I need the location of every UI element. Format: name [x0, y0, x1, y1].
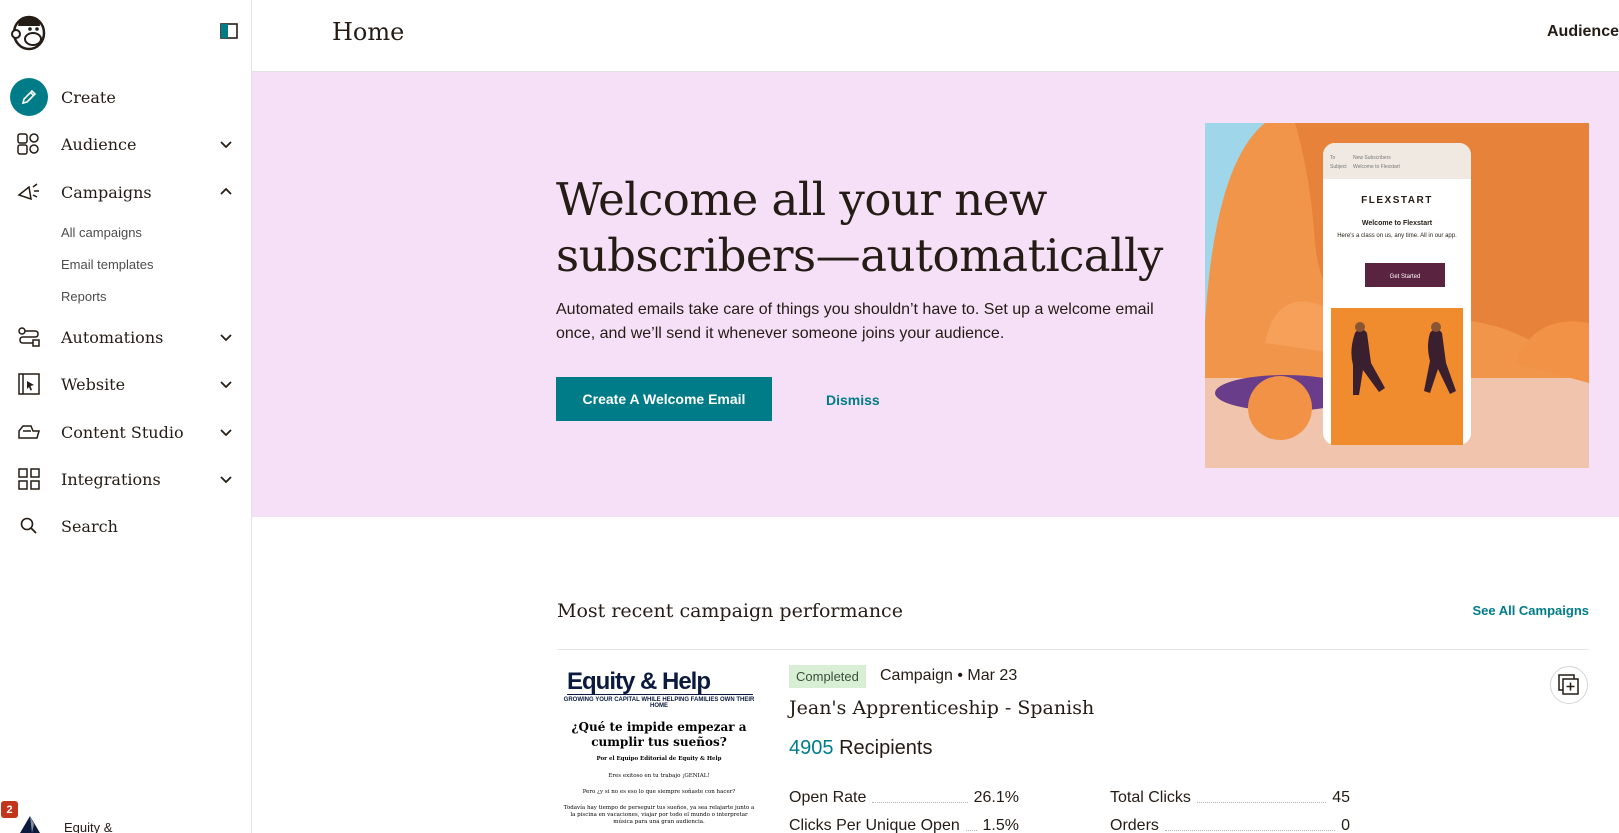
website-icon	[16, 371, 42, 397]
nav-label: Integrations	[61, 469, 161, 489]
stat-value: 45	[1332, 789, 1350, 806]
thumbnail-line1: Eres exitoso en tu trabajo ¡GENIAL!	[608, 773, 710, 779]
stat-leader	[1196, 802, 1327, 803]
recipients-summary: 4905 Recipients	[789, 737, 932, 760]
hero-illustration: To New Subscribers Subject Welcome to Fl…	[1205, 123, 1589, 468]
chevron-down-icon	[220, 429, 232, 437]
nav-create[interactable]: Create	[0, 78, 252, 116]
thumbnail-byline: Por el Equipo Editorial de Equity & Help	[596, 756, 722, 762]
stat-open-rate: Open Rate 26.1%	[789, 785, 1019, 807]
subnav-all-campaigns[interactable]: All campaigns	[61, 225, 142, 240]
stat-label: Orders	[1110, 817, 1159, 833]
chevron-up-icon	[220, 187, 232, 195]
automations-icon	[16, 324, 42, 350]
thumbnail-rule	[567, 694, 753, 695]
nav-search[interactable]: Search	[0, 508, 252, 544]
illustration-subject-label: Subject	[1330, 164, 1347, 170]
stat-leader	[965, 830, 977, 831]
status-badge: Completed	[789, 665, 866, 688]
see-all-campaigns-link[interactable]: See All Campaigns	[1472, 603, 1589, 618]
thumbnail-tagline: GROWING YOUR CAPITAL WHILE HELPING FAMIL…	[563, 697, 755, 709]
nav-label: Automations	[61, 327, 164, 347]
megaphone-icon	[16, 179, 42, 205]
nav-automations[interactable]: Automations	[0, 319, 252, 355]
sidebar: Create Audience Campaigns All campaigns …	[0, 0, 252, 833]
welcome-hero-banner: Welcome all your new subscribers—automat…	[252, 72, 1619, 517]
recipients-label: Recipients	[839, 737, 933, 759]
mailchimp-logo-icon[interactable]	[10, 12, 48, 52]
nav-content-studio[interactable]: Content Studio	[0, 414, 252, 450]
header-audience-link[interactable]: Audience	[1547, 23, 1619, 41]
nav-label: Audience	[61, 134, 137, 154]
replicate-campaign-button[interactable]	[1550, 666, 1588, 704]
campaign-meta: Campaign • Mar 23	[880, 667, 1018, 684]
chevron-down-icon	[220, 141, 232, 149]
stat-leader	[1164, 830, 1336, 831]
create-welcome-email-button[interactable]: Create A Welcome Email	[556, 377, 772, 421]
illustration-body: Here's a class on us, any time. All in o…	[1337, 233, 1457, 239]
nav-campaigns[interactable]: Campaigns	[0, 174, 252, 210]
chevron-down-icon	[220, 476, 232, 484]
section-divider	[557, 649, 1589, 650]
hero-title: Welcome all your new subscribers—automat…	[556, 173, 1163, 282]
illustration-heading: Welcome to Flexstart	[1362, 220, 1433, 227]
illustration-brand: FLEXSTART	[1361, 195, 1433, 206]
stat-label: Open Rate	[789, 789, 867, 806]
account-name[interactable]: Equity &	[64, 820, 112, 833]
account-avatar-icon[interactable]	[18, 812, 42, 833]
dismiss-button[interactable]: Dismiss	[826, 392, 880, 408]
stat-value: 0	[1341, 817, 1350, 833]
nav-label: Content Studio	[61, 422, 184, 442]
nav-audience[interactable]: Audience	[0, 126, 252, 162]
collapse-sidebar-icon[interactable]	[220, 23, 238, 39]
audience-icon	[16, 131, 42, 157]
illustration-to-value: New Subscribers	[1353, 155, 1391, 161]
chevron-down-icon	[220, 381, 232, 389]
nav-integrations[interactable]: Integrations	[0, 461, 252, 497]
subnav-reports[interactable]: Reports	[61, 289, 107, 304]
search-icon	[16, 513, 42, 539]
campaign-thumbnail[interactable]: Equity & Help GROWING YOUR CAPITAL WHILE…	[557, 660, 761, 833]
integrations-icon	[16, 466, 42, 492]
illustration-subject-value: Welcome to Flexstart	[1353, 164, 1400, 170]
thumbnail-line2: Pero ¿y si no es eso lo que siempre soña…	[582, 789, 736, 795]
illustration-to-label: To	[1330, 155, 1336, 161]
illustration-button: Get Started	[1390, 274, 1421, 280]
stat-value: 1.5%	[982, 817, 1019, 833]
hero-description: Automated emails take care of things you…	[556, 301, 1154, 342]
thumbnail-line3: Todavía hay tiempo de perseguir tus sueñ…	[563, 805, 755, 825]
campaign-name[interactable]: Jean's Apprenticeship - Spanish	[789, 697, 1094, 719]
stat-clicks-per-unique-open: Clicks Per Unique Open 1.5%	[789, 813, 1019, 833]
page-title: Home	[332, 18, 405, 46]
performance-section-title: Most recent campaign performance	[557, 600, 903, 622]
top-header: Home Audience	[252, 0, 1619, 72]
stat-label: Total Clicks	[1110, 789, 1191, 806]
stat-orders: Orders 0	[1110, 813, 1350, 833]
nav-website[interactable]: Website	[0, 366, 252, 402]
subnav-email-templates[interactable]: Email templates	[61, 257, 153, 272]
nav-label: Campaigns	[61, 182, 152, 202]
nav-label: Search	[61, 516, 118, 536]
duplicate-icon	[1558, 674, 1579, 695]
nav-label: Create	[61, 87, 116, 107]
content-studio-icon	[16, 419, 42, 445]
stat-value: 26.1%	[973, 789, 1019, 806]
nav-label: Website	[61, 374, 126, 394]
recipients-count: 4905	[789, 737, 834, 759]
chevron-down-icon	[220, 334, 232, 342]
stat-label: Clicks Per Unique Open	[789, 817, 960, 833]
thumbnail-headline: ¿Qué te impide empezar a cumplir tus sue…	[571, 720, 747, 749]
notification-badge: 2	[1, 801, 18, 818]
pencil-icon	[10, 78, 48, 116]
stat-leader	[872, 802, 968, 803]
thumbnail-brand: Equity & Help	[567, 668, 711, 695]
stat-total-clicks: Total Clicks 45	[1110, 785, 1350, 807]
